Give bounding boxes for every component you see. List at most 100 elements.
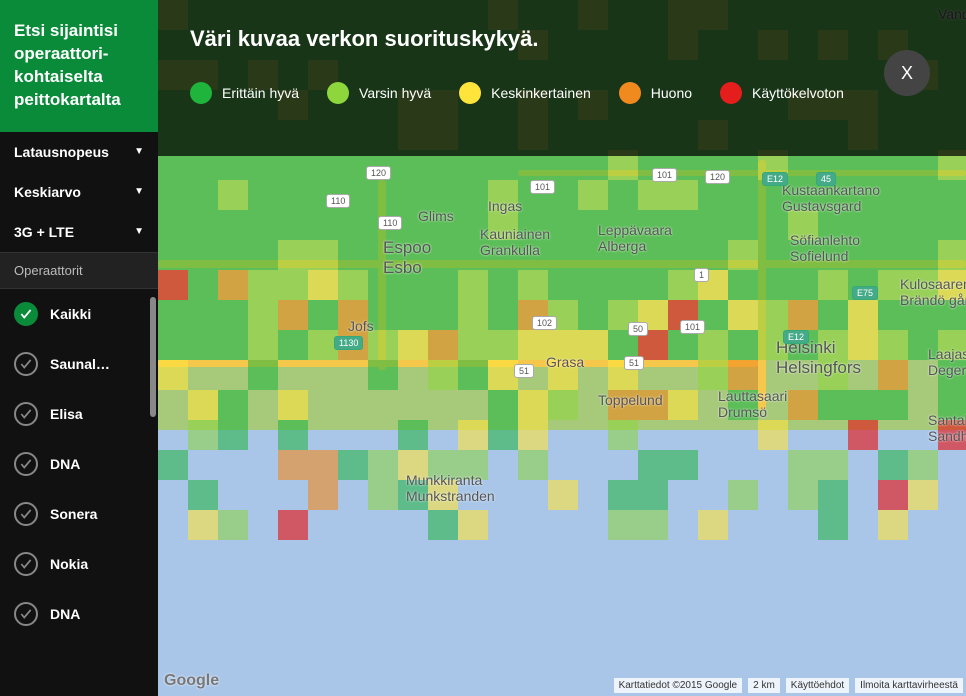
coverage-cell	[188, 420, 218, 450]
coverage-cell	[218, 180, 248, 210]
coverage-cell	[368, 450, 398, 480]
coverage-cell	[428, 180, 458, 210]
coverage-cell	[818, 450, 848, 480]
road-shield: 51	[514, 364, 534, 378]
operator-label: Kaikki	[50, 306, 144, 322]
coverage-cell	[158, 270, 188, 300]
coverage-cell	[908, 210, 938, 240]
coverage-cell	[668, 330, 698, 360]
city-label: KustaankartanoGustavsgard	[782, 182, 880, 214]
coverage-cell	[668, 450, 698, 480]
coverage-cell	[458, 180, 488, 210]
sidebar: Etsi sijaintisi operaattori-kohtaiselta …	[0, 0, 158, 696]
coverage-cell	[938, 180, 966, 210]
coverage-cell	[548, 210, 578, 240]
coverage-cell	[278, 270, 308, 300]
coverage-cell	[248, 210, 278, 240]
coverage-cell	[938, 240, 966, 270]
road-shield: E12	[783, 330, 809, 344]
operator-item[interactable]: Saunal…	[0, 339, 158, 389]
coverage-cell	[818, 480, 848, 510]
coverage-cell	[248, 270, 278, 300]
coverage-cell	[728, 180, 758, 210]
coverage-cell	[728, 330, 758, 360]
legend-swatch	[190, 82, 212, 104]
coverage-cell	[248, 180, 278, 210]
legend-label: Erittäin hyvä	[222, 85, 299, 101]
coverage-cell	[458, 270, 488, 300]
legend-swatch	[720, 82, 742, 104]
coverage-cell	[848, 390, 878, 420]
filter-network-label: 3G + LTE	[14, 224, 74, 240]
filter-speed[interactable]: Latausnopeus ▼	[0, 132, 158, 172]
coverage-cell	[608, 180, 638, 210]
legend-overlay: Väri kuvaa verkon suorituskykyä. Erittäi…	[158, 0, 966, 156]
coverage-cell	[578, 300, 608, 330]
operator-item[interactable]: Elisa	[0, 389, 158, 439]
operator-item[interactable]: Kaikki	[0, 289, 158, 339]
coverage-cell	[878, 480, 908, 510]
map-attribution: Karttatiedot ©2015 Google	[614, 678, 743, 693]
coverage-cell	[278, 330, 308, 360]
legend-label: Käyttökelvoton	[752, 85, 844, 101]
coverage-cell	[878, 210, 908, 240]
coverage-cell	[788, 480, 818, 510]
coverage-cell	[278, 240, 308, 270]
scrollbar[interactable]	[150, 297, 156, 417]
coverage-cell	[248, 360, 278, 390]
legend-swatch	[619, 82, 641, 104]
coverage-cell	[188, 240, 218, 270]
coverage-cell	[278, 450, 308, 480]
coverage-cell	[218, 390, 248, 420]
google-logo: Google	[164, 672, 219, 690]
check-icon	[14, 602, 38, 626]
coverage-cell	[518, 270, 548, 300]
coverage-cell	[458, 510, 488, 540]
filter-average[interactable]: Keskiarvo ▼	[0, 172, 158, 212]
coverage-cell	[878, 450, 908, 480]
road-shield: E12	[762, 172, 788, 186]
operator-item[interactable]: Nokia	[0, 539, 158, 589]
coverage-cell	[308, 300, 338, 330]
coverage-cell	[698, 360, 728, 390]
filter-list: Latausnopeus ▼ Keskiarvo ▼ 3G + LTE ▼	[0, 132, 158, 252]
coverage-cell	[218, 330, 248, 360]
legend-item: Erittäin hyvä	[190, 82, 299, 104]
coverage-cell	[218, 420, 248, 450]
legend-item: Varsin hyvä	[327, 82, 431, 104]
caret-down-icon: ▼	[134, 226, 144, 237]
road-shield: 51	[624, 356, 644, 370]
operator-item[interactable]: DNA	[0, 589, 158, 639]
coverage-cell	[818, 300, 848, 330]
filter-network[interactable]: 3G + LTE ▼	[0, 212, 158, 252]
coverage-cell	[218, 270, 248, 300]
road-shield: 101	[530, 180, 555, 194]
coverage-cell	[428, 270, 458, 300]
city-label: Ingas	[488, 198, 522, 214]
coverage-cell	[218, 510, 248, 540]
coverage-cell	[728, 210, 758, 240]
road-shield: 45	[816, 172, 836, 186]
map-report[interactable]: Ilmoita karttavirheestä	[855, 678, 963, 693]
close-button[interactable]: X	[884, 50, 930, 96]
operator-item[interactable]: DNA	[0, 439, 158, 489]
coverage-cell	[818, 270, 848, 300]
coverage-cell	[758, 420, 788, 450]
operator-item[interactable]: Sonera	[0, 489, 158, 539]
city-label: KulosaarenBrändö gård	[900, 276, 966, 308]
coverage-cell	[668, 390, 698, 420]
legend-item: Huono	[619, 82, 692, 104]
map-terms[interactable]: Käyttöehdot	[786, 678, 849, 693]
coverage-cell	[278, 180, 308, 210]
operator-label: Nokia	[50, 556, 144, 572]
coverage-cell	[188, 180, 218, 210]
coverage-cell	[728, 240, 758, 270]
coverage-cell	[158, 300, 188, 330]
coverage-cell	[818, 390, 848, 420]
city-label: LaajasaloDegerö	[928, 346, 966, 378]
coverage-cell	[248, 300, 278, 330]
road-shield: 1130	[334, 336, 363, 350]
legend-items: Erittäin hyväVarsin hyväKeskinkertainenH…	[190, 82, 934, 104]
coverage-cell	[428, 360, 458, 390]
map[interactable]: EspooEsboHelsinkiHelsingforsVandaKauniai…	[158, 0, 966, 696]
